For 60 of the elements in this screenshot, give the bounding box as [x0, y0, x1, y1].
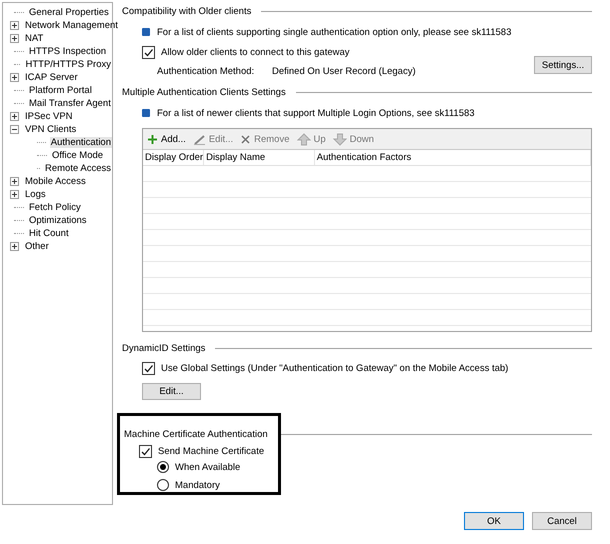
info-text: For a list of clients supporting single authentication option only, please see sk111583 [157, 26, 512, 38]
tree-item[interactable]: NAT [24, 33, 44, 44]
radio-label: When Available [175, 462, 240, 472]
tree-item[interactable]: Hit Count [28, 228, 70, 239]
column-header[interactable]: Authentication Factors [314, 150, 591, 165]
plus-icon [147, 134, 158, 144]
tree-item[interactable]: HTTP/HTTPS Proxy [24, 59, 112, 70]
tree-item[interactable]: ICAP Server [24, 72, 79, 83]
expander-icon[interactable] [10, 125, 19, 134]
radio-button[interactable] [157, 479, 169, 491]
checkbox-label: Use Global Settings (Under "Authentication to Gateway" on the Mobile Access tab) [161, 362, 508, 374]
checkbox[interactable] [142, 362, 155, 374]
checkbox-label: Allow older clients to connect to this gateway [161, 46, 350, 58]
expander-icon[interactable] [10, 21, 19, 30]
dialog-button[interactable]: OK [464, 512, 524, 530]
info-icon [142, 109, 150, 117]
down-arrow-icon [332, 132, 347, 146]
checkbox-label: Send Machine Certificate [158, 446, 264, 456]
cross-icon [240, 134, 252, 144]
radio-label: Mandatory [175, 480, 220, 490]
tree-item[interactable]: Mail Transfer Agent [28, 98, 112, 109]
up-arrow-icon [296, 132, 310, 146]
column-header[interactable]: Display Order [143, 150, 204, 165]
checkbox[interactable] [139, 444, 152, 458]
expander-icon[interactable] [10, 73, 19, 82]
tree-item[interactable]: General Properties [28, 7, 110, 18]
checkbox[interactable] [142, 46, 155, 58]
dialog-button[interactable]: Cancel [532, 512, 592, 530]
edit-button[interactable]: Edit... [142, 383, 201, 400]
expander-icon[interactable] [10, 242, 19, 251]
radio-button[interactable] [157, 461, 169, 473]
expander-icon[interactable] [10, 177, 19, 186]
tree-item[interactable]: HTTPS Inspection [28, 46, 108, 57]
section-title: Machine Certificate Authentication [124, 428, 268, 440]
expander-icon[interactable] [10, 190, 19, 199]
method-value: Defined On User Record (Legacy) [272, 66, 416, 76]
section-title: DynamicID Settings [122, 342, 206, 354]
tree-item[interactable]: Remote Access [44, 163, 112, 174]
section-title: Compatibility with Older clients [122, 6, 252, 16]
tree-item[interactable]: Platform Portal [28, 85, 93, 96]
tree-item[interactable]: Office Mode [51, 150, 104, 161]
tree-item[interactable]: Fetch Policy [28, 202, 82, 213]
tree-item[interactable]: IPSec VPN [24, 111, 74, 122]
tree-item[interactable]: Mobile Access [24, 176, 87, 187]
info-icon [142, 28, 150, 36]
info-text: For a list of newer clients that support Multiple Login Options, see sk111583 [157, 108, 475, 118]
tree-item[interactable]: VPN Clients [24, 124, 78, 135]
settings-button[interactable]: Settings... [534, 56, 592, 74]
toolbar-button[interactable]: Add... [147, 134, 186, 144]
expander-icon[interactable] [10, 112, 19, 121]
method-label: Authentication Method: [157, 66, 256, 76]
tree-item[interactable]: Network Management [24, 20, 119, 31]
tree-item[interactable]: Authentication [50, 137, 112, 148]
section-title: Multiple Authentication Clients Settings [122, 86, 286, 98]
tree-item[interactable]: Other [24, 241, 50, 252]
tree-item[interactable]: Logs [24, 189, 47, 200]
expander-icon[interactable] [10, 34, 19, 43]
tree-item[interactable]: Optimizations [28, 215, 88, 226]
pencil-icon [192, 134, 206, 144]
column-header[interactable]: Display Name [204, 150, 315, 165]
